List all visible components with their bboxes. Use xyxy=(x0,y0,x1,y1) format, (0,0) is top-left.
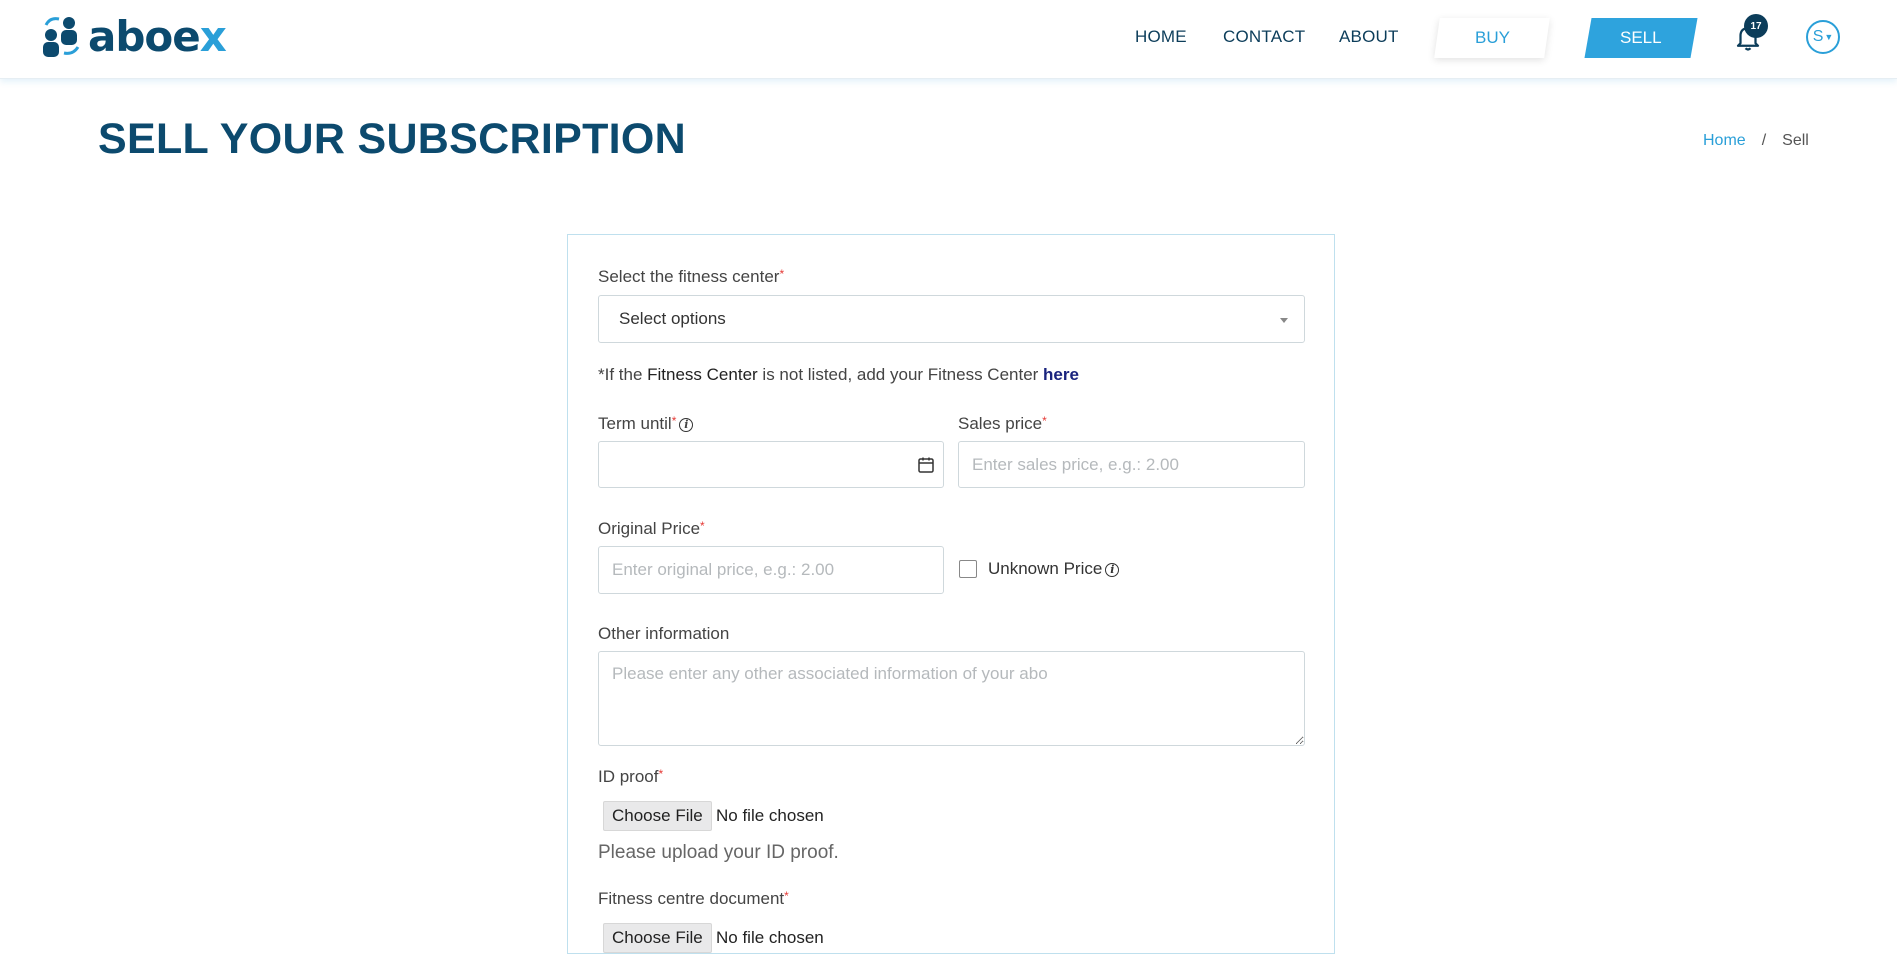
id-proof-label: ID proof* xyxy=(598,767,664,786)
chevron-down-icon: ▼ xyxy=(1824,32,1834,42)
calendar-icon[interactable] xyxy=(917,456,935,474)
breadcrumb-current: Sell xyxy=(1782,132,1809,149)
nav-contact[interactable]: CONTACT xyxy=(1223,27,1305,47)
notification-count-badge: 17 xyxy=(1744,14,1768,38)
logo-people-icon xyxy=(43,17,80,57)
fitness-doc-file-status: No file chosen xyxy=(716,928,824,947)
page-title: SELL YOUR SUBSCRIPTION xyxy=(98,115,686,163)
top-header: aboex HOME CONTACT ABOUT BUY SELL 17 S ▼ xyxy=(0,0,1897,79)
fitness-center-select-value: Select options xyxy=(619,309,726,328)
nav-home[interactable]: HOME xyxy=(1135,27,1187,47)
brand-logo[interactable]: aboex xyxy=(40,12,227,61)
breadcrumb: Home / Sell xyxy=(1703,132,1809,150)
breadcrumb-home-link[interactable]: Home xyxy=(1703,132,1746,150)
other-info-label: Other information xyxy=(598,624,730,643)
sell-form-card: Select the fitness center* Select option… xyxy=(567,234,1335,954)
fitness-center-note: *If the Fitness Center is not listed, ad… xyxy=(598,365,1079,384)
brand-name: aboex xyxy=(88,12,227,61)
id-proof-choose-file-button[interactable]: Choose File xyxy=(603,801,712,831)
avatar-initial: S xyxy=(1812,28,1824,45)
id-proof-helper-text: Please upload your ID proof. xyxy=(598,842,839,863)
fitness-doc-label: Fitness centre document* xyxy=(598,889,789,908)
fitness-center-label: Select the fitness center* xyxy=(598,267,785,286)
info-icon[interactable]: i xyxy=(679,417,694,432)
sales-price-label: Sales price* xyxy=(958,414,1047,433)
term-until-date-input[interactable] xyxy=(598,441,944,488)
info-icon[interactable]: i xyxy=(1105,562,1120,577)
original-price-input[interactable] xyxy=(598,546,944,594)
breadcrumb-separator: / xyxy=(1761,132,1767,149)
user-avatar-menu[interactable]: S ▼ xyxy=(1806,20,1840,54)
unknown-price-checkbox[interactable] xyxy=(959,560,977,578)
note-bold-text: Fitness Center xyxy=(647,365,758,384)
fitness-doc-choose-file-button[interactable]: Choose File xyxy=(603,923,712,953)
select-caret-icon xyxy=(1280,318,1288,323)
buy-button[interactable]: BUY xyxy=(1434,18,1550,58)
sales-price-input[interactable] xyxy=(958,441,1305,488)
fitness-center-select[interactable]: Select options xyxy=(598,295,1305,343)
term-until-label: Term until* i xyxy=(598,414,694,434)
original-price-label: Original Price* xyxy=(598,519,705,538)
sell-button[interactable]: SELL xyxy=(1584,18,1698,58)
other-info-textarea[interactable] xyxy=(598,651,1305,746)
sell-button-label: SELL xyxy=(1620,28,1662,47)
nav-about[interactable]: ABOUT xyxy=(1339,27,1399,47)
add-fitness-center-link[interactable]: here xyxy=(1043,365,1079,384)
buy-button-label: BUY xyxy=(1474,28,1510,47)
id-proof-file-status: No file chosen xyxy=(716,806,824,825)
unknown-price-label: Unknown Price i xyxy=(988,559,1120,579)
